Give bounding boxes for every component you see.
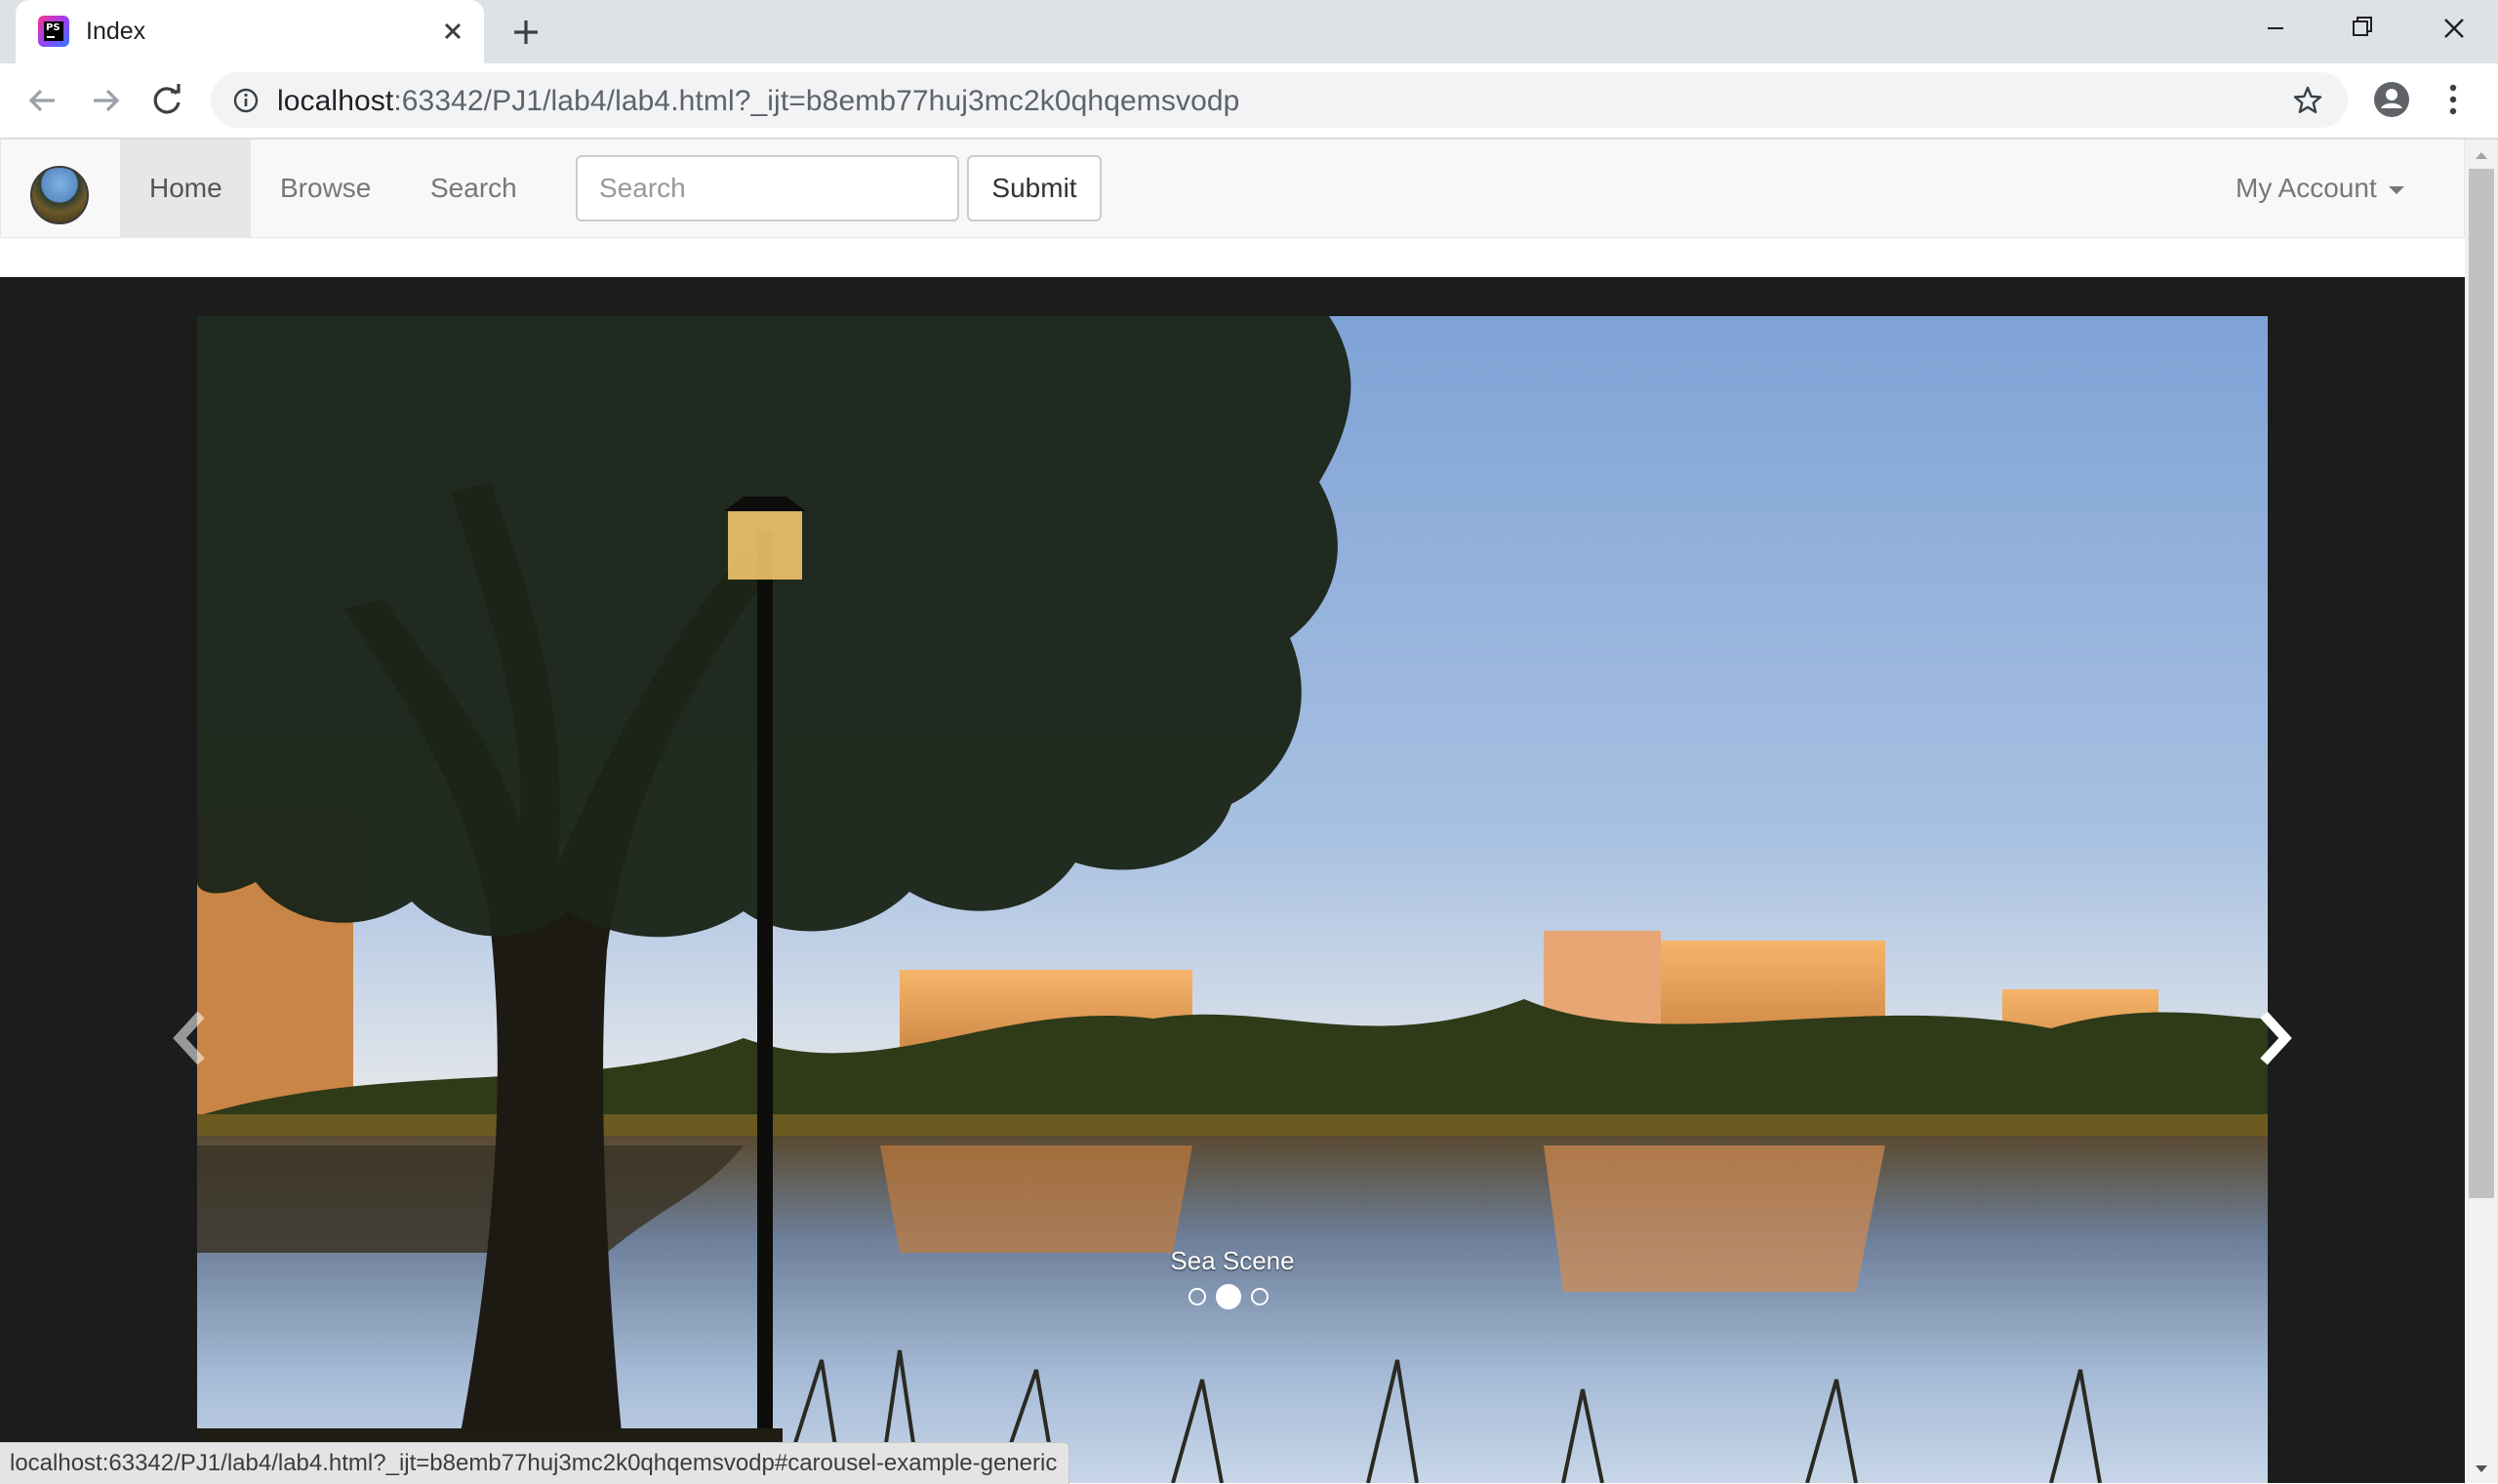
forward-arrow-icon[interactable] — [82, 77, 129, 124]
search-input[interactable]: Search — [576, 155, 959, 221]
star-icon[interactable] — [2291, 84, 2324, 117]
plus-icon[interactable] — [505, 12, 546, 53]
account-label: My Account — [2236, 173, 2377, 203]
profile-icon[interactable] — [2369, 77, 2414, 122]
submit-button[interactable]: Submit — [967, 155, 1102, 221]
page-scrollbar[interactable] — [2465, 140, 2498, 1483]
nav-item-home[interactable]: Home — [120, 140, 251, 237]
browser-toolbar: localhost:63342/PJ1/lab4/lab4.html?_ijt=… — [0, 63, 2498, 140]
browser-tab[interactable]: PS Index — [16, 0, 484, 63]
more-vert-icon[interactable] — [2436, 77, 2471, 122]
reload-icon[interactable] — [144, 77, 191, 124]
chevron-left-icon[interactable] — [162, 999, 221, 1077]
caret-down-icon — [2388, 185, 2404, 194]
carousel-caption: Sea Scene — [1170, 1246, 1295, 1275]
window-close-icon[interactable] — [2408, 0, 2498, 57]
carousel-indicator-2[interactable] — [1216, 1284, 1241, 1309]
tab-strip: PS Index — [0, 0, 2498, 63]
back-arrow-icon[interactable] — [20, 77, 66, 124]
close-icon[interactable] — [435, 14, 470, 49]
phpstorm-favicon-icon: PS — [38, 16, 69, 47]
chevron-right-icon[interactable] — [2244, 999, 2303, 1077]
info-icon[interactable] — [232, 87, 260, 114]
minimize-icon[interactable] — [2231, 0, 2320, 57]
scroll-up-arrow-icon[interactable] — [2465, 143, 2498, 167]
url-path: :63342/PJ1/lab4/lab4.html?_ijt=b8emb77hu… — [393, 85, 1240, 117]
carousel-indicator-1[interactable] — [1189, 1288, 1206, 1305]
status-url-bubble: localhost:63342/PJ1/lab4/lab4.html?_ijt=… — [0, 1442, 1070, 1484]
restore-icon[interactable] — [2318, 0, 2408, 57]
site-logo[interactable] — [30, 166, 89, 224]
my-account-dropdown[interactable]: My Account — [2236, 140, 2404, 237]
scrollbar-thumb[interactable] — [2469, 169, 2494, 1198]
nav-item-browse[interactable]: Browse — [251, 140, 380, 237]
carousel-indicator-3[interactable] — [1251, 1288, 1269, 1305]
scroll-down-arrow-icon[interactable] — [2465, 1458, 2498, 1481]
address-bar[interactable]: localhost:63342/PJ1/lab4/lab4.html?_ijt=… — [211, 72, 2348, 128]
site-navbar: Home Browse Search Search Submit My Acco… — [0, 140, 2465, 238]
nav-item-search[interactable]: Search — [401, 140, 547, 237]
page-viewport: Home Browse Search Search Submit My Acco… — [0, 140, 2465, 1483]
url-text[interactable]: localhost:63342/PJ1/lab4/lab4.html?_ijt=… — [277, 85, 1239, 118]
tab-title: Index — [86, 18, 146, 45]
url-host: localhost — [277, 85, 394, 117]
